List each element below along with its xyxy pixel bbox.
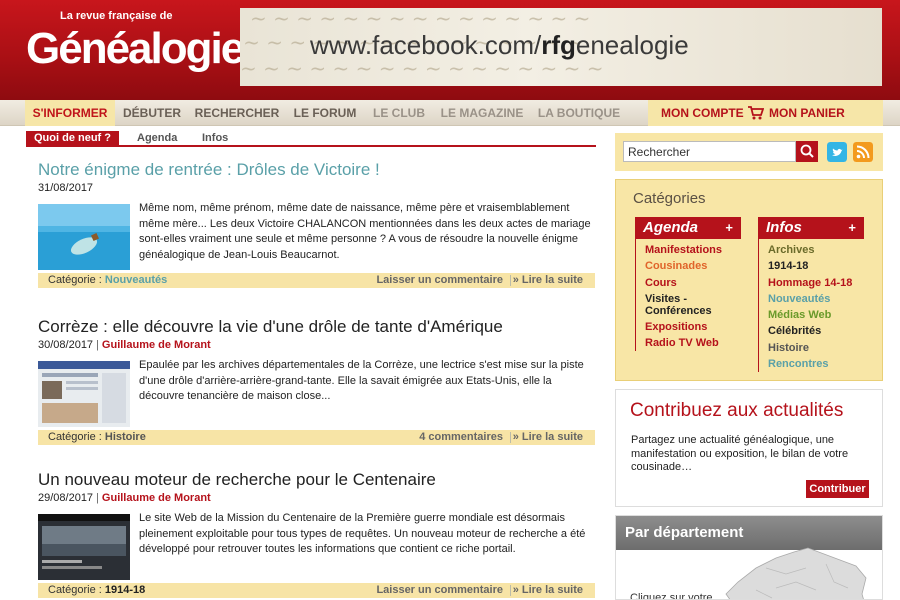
read-more-link[interactable]: » Lire la suite <box>513 273 583 288</box>
article-item: Notre énigme de rentrée : Drôles de Vict… <box>38 160 598 292</box>
agenda-list: Manifestations Cousinades Cours Visites … <box>635 239 741 352</box>
site-logo[interactable]: La revue française de Généalogie <box>18 10 245 90</box>
category-info: Catégorie : 1914-18 <box>48 584 146 596</box>
tab-quoi-de-neuf[interactable]: Quoi de neuf ? <box>26 131 119 146</box>
agenda-expand-icon[interactable]: + <box>725 220 733 235</box>
agenda-header[interactable]: Agenda + <box>635 217 741 239</box>
article-meta: 31/08/2017 <box>38 182 94 194</box>
nav-item-rechercher[interactable]: RECHERCHER <box>194 100 280 126</box>
article-excerpt: Le site Web de la Mission du Centenaire … <box>139 512 586 555</box>
france-map[interactable] <box>716 538 876 600</box>
category-link-visites[interactable]: Visites - <box>636 291 741 305</box>
site-header: La revue française de Généalogie ~ ~ ~ ~… <box>0 0 900 100</box>
category-info: Catégorie : Histoire <box>48 431 146 443</box>
facebook-banner[interactable]: ~ ~ ~ ~ ~ ~ ~ ~ ~ ~ ~ ~ ~ ~ ~ ~ ~ ~ ~ ~ … <box>240 8 882 86</box>
footer-divider <box>510 585 511 596</box>
article-item: Un nouveau moteur de recherche pour le C… <box>38 470 598 600</box>
search-input[interactable] <box>623 141 796 162</box>
main-nav: S'INFORMER DÉBUTER RECHERCHER LE FORUM L… <box>0 100 900 126</box>
departement-hint: Cliquez sur votre <box>630 592 713 600</box>
article-meta: 29/08/2017 | Guillaume de Morant <box>38 492 211 504</box>
my-cart-link[interactable]: MON PANIER <box>769 100 845 126</box>
footer-divider <box>510 275 511 286</box>
article-item: Corrèze : elle découvre la vie d'une drô… <box>38 317 598 449</box>
article-title[interactable]: Un nouveau moteur de recherche pour le C… <box>38 470 436 490</box>
infos-header[interactable]: Infos + <box>758 217 864 239</box>
category-link-histoire[interactable]: Histoire <box>759 340 864 356</box>
category-link-celebrites[interactable]: Célébrités <box>759 323 864 339</box>
article-footer: Catégorie : 1914-18 Laisser un commentai… <box>38 583 595 598</box>
categories-title: Catégories <box>633 190 706 207</box>
nav-item-magazine[interactable]: LE MAGAZINE <box>440 100 524 126</box>
comments-link[interactable]: Laisser un commentaire <box>376 583 503 598</box>
category-link-conferences[interactable]: Conférences <box>636 305 741 319</box>
nav-item-informer[interactable]: S'INFORMER <box>25 100 115 126</box>
agenda-heading: Agenda <box>643 219 699 236</box>
article-footer: Catégorie : Histoire 4 commentaires » Li… <box>38 430 595 445</box>
my-account-link[interactable]: MON COMPTE <box>661 100 744 126</box>
banner-decor-script: ~ ~ ~ ~ ~ ~ ~ ~ ~ ~ ~ ~ ~ ~ ~ <box>250 8 591 30</box>
logo-tagline: La revue française de <box>60 10 173 22</box>
infos-heading: Infos <box>766 219 802 236</box>
sub-nav: Quoi de neuf ? Agenda Infos <box>26 131 596 147</box>
contribute-text: Partagez une actualité généalogique, une… <box>631 434 849 473</box>
article-excerpt: Même nom, même prénom, même date de nais… <box>139 202 591 261</box>
category-link-nouveautes[interactable]: Nouveautés <box>759 291 864 307</box>
nav-item-debuter[interactable]: DÉBUTER <box>118 100 186 126</box>
read-more-link[interactable]: » Lire la suite <box>513 583 583 598</box>
category-link-expositions[interactable]: Expositions <box>636 319 741 335</box>
contribute-panel: Contribuez aux actualités Partagez une a… <box>615 389 883 507</box>
infos-expand-icon[interactable]: + <box>848 220 856 235</box>
contribute-button[interactable]: Contribuer <box>806 480 869 498</box>
category-link[interactable]: 1914-18 <box>105 584 145 596</box>
article-thumbnail[interactable] <box>38 204 130 270</box>
banner-url: www.facebook.com/rfgenealogie <box>310 30 689 60</box>
logo-name: Généalogie <box>26 24 245 73</box>
article-thumbnail[interactable] <box>38 514 130 580</box>
categories-panel: Catégories Agenda + Manifestations Cousi… <box>615 179 883 381</box>
read-more-link[interactable]: » Lire la suite <box>513 430 583 445</box>
category-link-archives[interactable]: Archives <box>759 239 864 258</box>
search-area <box>615 133 883 171</box>
departement-panel: Par département Cliquez sur votre <box>615 515 883 600</box>
rss-icon[interactable] <box>853 142 873 162</box>
infos-column: Infos + Archives 1914-18 Hommage 14-18 N… <box>758 217 864 373</box>
category-link-cours[interactable]: Cours <box>636 275 741 291</box>
category-link-medias-web[interactable]: Médias Web <box>759 307 864 323</box>
article-thumbnail[interactable] <box>38 361 130 427</box>
category-link-hommage[interactable]: Hommage 14-18 <box>759 275 864 291</box>
footer-divider <box>510 432 511 443</box>
tab-agenda[interactable]: Agenda <box>137 131 177 146</box>
nav-item-forum[interactable]: LE FORUM <box>288 100 362 126</box>
category-link[interactable]: Nouveautés <box>105 274 167 286</box>
category-link-cousinades[interactable]: Cousinades <box>636 258 741 274</box>
comments-link[interactable]: 4 commentaires <box>419 430 503 445</box>
article-title[interactable]: Corrèze : elle découvre la vie d'une drô… <box>38 317 503 337</box>
category-info: Catégorie : Nouveautés <box>48 274 168 286</box>
infos-list: Archives 1914-18 Hommage 14-18 Nouveauté… <box>758 239 864 373</box>
account-area: MON COMPTE MON PANIER <box>648 100 883 126</box>
category-link-rencontres[interactable]: Rencontres <box>759 356 864 372</box>
contribute-title: Contribuez aux actualités <box>630 400 844 421</box>
twitter-icon[interactable] <box>827 142 847 162</box>
nav-item-club[interactable]: LE CLUB <box>370 100 428 126</box>
category-link-1914-18[interactable]: 1914-18 <box>759 258 864 274</box>
search-icon <box>800 144 814 158</box>
category-link-radio-tv-web[interactable]: Radio TV Web <box>636 335 741 351</box>
category-link-manifestations[interactable]: Manifestations <box>636 239 741 258</box>
category-link[interactable]: Histoire <box>105 431 146 443</box>
author-link[interactable]: Guillaume de Morant <box>102 339 211 351</box>
comments-link[interactable]: Laisser un commentaire <box>376 273 503 288</box>
article-footer: Catégorie : Nouveautés Laisser un commen… <box>38 273 595 288</box>
search-button[interactable] <box>796 141 818 162</box>
article-title[interactable]: Notre énigme de rentrée : Drôles de Vict… <box>38 160 380 180</box>
cart-icon[interactable] <box>748 106 764 120</box>
agenda-column: Agenda + Manifestations Cousinades Cours… <box>635 217 741 352</box>
author-link[interactable]: Guillaume de Morant <box>102 492 211 504</box>
tab-infos[interactable]: Infos <box>202 131 228 146</box>
article-meta: 30/08/2017 | Guillaume de Morant <box>38 339 211 351</box>
nav-item-boutique[interactable]: LA BOUTIQUE <box>536 100 622 126</box>
article-excerpt: Epaulée par les archives départementales… <box>139 359 584 402</box>
